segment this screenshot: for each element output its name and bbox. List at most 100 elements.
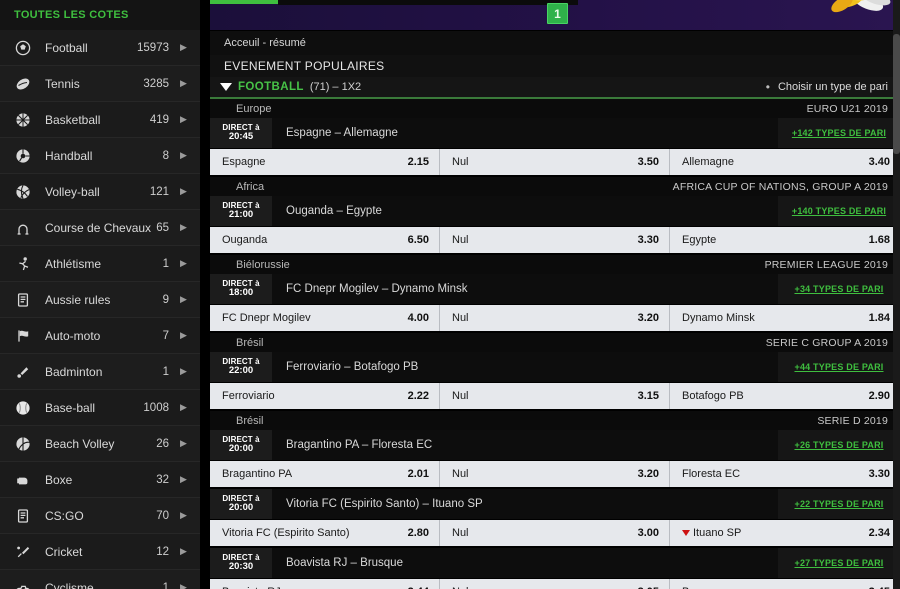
event-main-row[interactable]: DIRECT à 20:30 Boavista RJ – Brusque +27 TY…: [210, 548, 900, 578]
sidebar-item-beach-volley[interactable]: Beach Volley 26 ▶: [0, 426, 200, 462]
bet-types-cell[interactable]: +22 TYPES DE PARI: [778, 489, 900, 519]
odds-cell[interactable]: Ferroviario 2.22: [210, 383, 440, 409]
chevron-right-icon[interactable]: ▶: [180, 583, 190, 589]
odds-selection-name: Nul: [452, 312, 638, 324]
chevron-right-icon[interactable]: ▶: [180, 115, 190, 124]
sidebar-item-boxe[interactable]: Boxe 32 ▶: [0, 462, 200, 498]
sidebar-item-football[interactable]: Football 15973 ▶: [0, 30, 200, 66]
chevron-right-icon[interactable]: ▶: [180, 475, 190, 484]
bet-types-link[interactable]: +26 TYPES DE PARI: [794, 440, 883, 450]
sport-list: Football 15973 ▶ Tennis 3285 ▶ Basketball 419 ▶ H…: [0, 30, 200, 589]
bet-type-label: Choisir un type de pari: [777, 81, 888, 93]
promo-banner[interactable]: 1: [210, 0, 900, 31]
odds-cell[interactable]: Espagne 2.15: [210, 149, 440, 175]
sidebar-item-aussie-rules[interactable]: Aussie rules 9 ▶: [0, 282, 200, 318]
sidebar-item-base-ball[interactable]: Base-ball 1008 ▶: [0, 390, 200, 426]
chevron-right-icon[interactable]: ▶: [180, 547, 190, 556]
odds-cell[interactable]: Bragantino PA 2.01: [210, 461, 440, 487]
odds-cell[interactable]: Vitoria FC (Espirito Santo) 2.80: [210, 520, 440, 546]
bet-types-link[interactable]: +22 TYPES DE PARI: [794, 499, 883, 509]
bet-type-selector[interactable]: • Choisir un type de pari: [766, 81, 888, 93]
odds-cell[interactable]: Nul 3.15: [440, 383, 670, 409]
event-main-row[interactable]: DIRECT à 18:00 FC Dnepr Mogilev – Dynamo M…: [210, 274, 900, 304]
chevron-right-icon[interactable]: ▶: [180, 259, 190, 268]
odds-label: Botafogo PB: [682, 390, 744, 402]
event-name[interactable]: FC Dnepr Mogilev – Dynamo Minsk: [272, 274, 778, 304]
odds-cell[interactable]: Egypte 1.68: [670, 227, 900, 253]
bet-types-link[interactable]: +34 TYPES DE PARI: [794, 284, 883, 294]
main-scrollbar-track[interactable]: [893, 0, 900, 589]
chevron-right-icon[interactable]: ▶: [180, 223, 190, 232]
sidebar-item-basketball[interactable]: Basketball 419 ▶: [0, 102, 200, 138]
odds-cell[interactable]: Floresta EC 3.30: [670, 461, 900, 487]
odds-value: 1.84: [868, 312, 890, 324]
sport-group-header[interactable]: FOOTBALL (71) – 1X2 • Choisir un type de…: [210, 77, 900, 99]
odds-cell[interactable]: Nul 3.20: [440, 305, 670, 331]
event-name[interactable]: Vitoria FC (Espirito Santo) – Ituano SP: [272, 489, 778, 519]
event-main-row[interactable]: DIRECT à 20:00 Vitoria FC (Espirito Santo)…: [210, 489, 900, 519]
sidebar-item-badminton[interactable]: Badminton 1 ▶: [0, 354, 200, 390]
bet-types-cell[interactable]: +142 TYPES DE PARI: [778, 118, 900, 148]
odds-cell[interactable]: Botafogo PB 2.90: [670, 383, 900, 409]
event-main-row[interactable]: DIRECT à 20:00 Bragantino PA – Floresta EC…: [210, 430, 900, 460]
chevron-right-icon[interactable]: ▶: [180, 187, 190, 196]
chevron-right-icon[interactable]: ▶: [180, 151, 190, 160]
odds-cell[interactable]: Nul 3.30: [440, 227, 670, 253]
odds-cell[interactable]: Nul3.05: [440, 579, 670, 589]
sidebar-item-cs-go[interactable]: CS:GO 70 ▶: [0, 498, 200, 534]
sidebar-item-volley-ball[interactable]: Volley-ball 121 ▶: [0, 174, 200, 210]
bet-types-link[interactable]: +140 TYPES DE PARI: [792, 206, 886, 216]
bet-types-cell[interactable]: +140 TYPES DE PARI: [778, 196, 900, 226]
odds-cell[interactable]: Brusque2.45: [670, 579, 900, 589]
sidebar-item-athl-tisme[interactable]: Athlétisme 1 ▶: [0, 246, 200, 282]
bet-types-cell[interactable]: +44 TYPES DE PARI: [778, 352, 900, 382]
odds-cell[interactable]: Nul 3.00: [440, 520, 670, 546]
event-name[interactable]: Ouganda – Egypte: [272, 196, 778, 226]
event-main-row[interactable]: DIRECT à 21:00 Ouganda – Egypte +140 TYPES …: [210, 196, 900, 226]
chevron-right-icon[interactable]: ▶: [180, 439, 190, 448]
odds-cell[interactable]: Ituano SP 2.34: [670, 520, 900, 546]
sidebar-item-auto-moto[interactable]: Auto-moto 7 ▶: [0, 318, 200, 354]
bet-types-link[interactable]: +44 TYPES DE PARI: [794, 362, 883, 372]
odds-label: Ferroviario: [222, 390, 275, 402]
bet-types-cell[interactable]: +34 TYPES DE PARI: [778, 274, 900, 304]
sidebar-title: TOUTES LES COTES: [0, 0, 200, 30]
bet-types-link[interactable]: +27 TYPES DE PARI: [794, 558, 883, 568]
sidebar-item-count: 419: [149, 113, 169, 126]
sidebar-item-tennis[interactable]: Tennis 3285 ▶: [0, 66, 200, 102]
event-time: 22:00: [228, 365, 254, 377]
event-name[interactable]: Ferroviario – Botafogo PB: [272, 352, 778, 382]
chevron-right-icon[interactable]: ▶: [180, 79, 190, 88]
chevron-right-icon[interactable]: ▶: [180, 43, 190, 52]
odds-cell[interactable]: Allemagne 3.40: [670, 149, 900, 175]
event-name[interactable]: Boavista RJ – Brusque: [272, 548, 778, 578]
chevron-right-icon[interactable]: ▶: [180, 295, 190, 304]
banner-step-badge[interactable]: 1: [547, 3, 568, 24]
chevron-right-icon[interactable]: ▶: [180, 331, 190, 340]
odds-cell[interactable]: Nul 3.20: [440, 461, 670, 487]
breadcrumb[interactable]: Acceuil - résumé: [210, 31, 900, 55]
bet-types-cell[interactable]: +27 TYPES DE PARI: [778, 548, 900, 578]
bet-types-link[interactable]: +142 TYPES DE PARI: [792, 128, 886, 138]
chevron-right-icon[interactable]: ▶: [180, 511, 190, 520]
odds-cell[interactable]: Dynamo Minsk 1.84: [670, 305, 900, 331]
sidebar-item-course-de-chevaux[interactable]: Course de Chevaux 65 ▶: [0, 210, 200, 246]
chevron-right-icon[interactable]: ▶: [180, 403, 190, 412]
event-main-row[interactable]: DIRECT à 22:00 Ferroviario – Botafogo PB +4…: [210, 352, 900, 382]
bet-types-cell[interactable]: +26 TYPES DE PARI: [778, 430, 900, 460]
sidebar-item-handball[interactable]: Handball 8 ▶: [0, 138, 200, 174]
event-name[interactable]: Espagne – Allemagne: [272, 118, 778, 148]
odds-selection-name: Dynamo Minsk: [682, 312, 869, 324]
sidebar-item-cyclisme[interactable]: Cyclisme 1 ▶: [0, 570, 200, 589]
event-main-row[interactable]: DIRECT à 20:45 Espagne – Allemagne +142 TYP…: [210, 118, 900, 148]
chevron-right-icon[interactable]: ▶: [180, 367, 190, 376]
event-name[interactable]: Bragantino PA – Floresta EC: [272, 430, 778, 460]
odds-cell[interactable]: Nul 3.50: [440, 149, 670, 175]
chevron-down-icon[interactable]: [220, 83, 232, 91]
odds-cell[interactable]: FC Dnepr Mogilev 4.00: [210, 305, 440, 331]
main-scrollbar-thumb[interactable]: [893, 34, 900, 154]
sidebar-item-cricket[interactable]: Cricket 12 ▶: [0, 534, 200, 570]
odds-cell[interactable]: Boavista RJ2.44: [210, 579, 440, 589]
volleyball-icon: [13, 182, 33, 202]
odds-cell[interactable]: Ouganda 6.50: [210, 227, 440, 253]
